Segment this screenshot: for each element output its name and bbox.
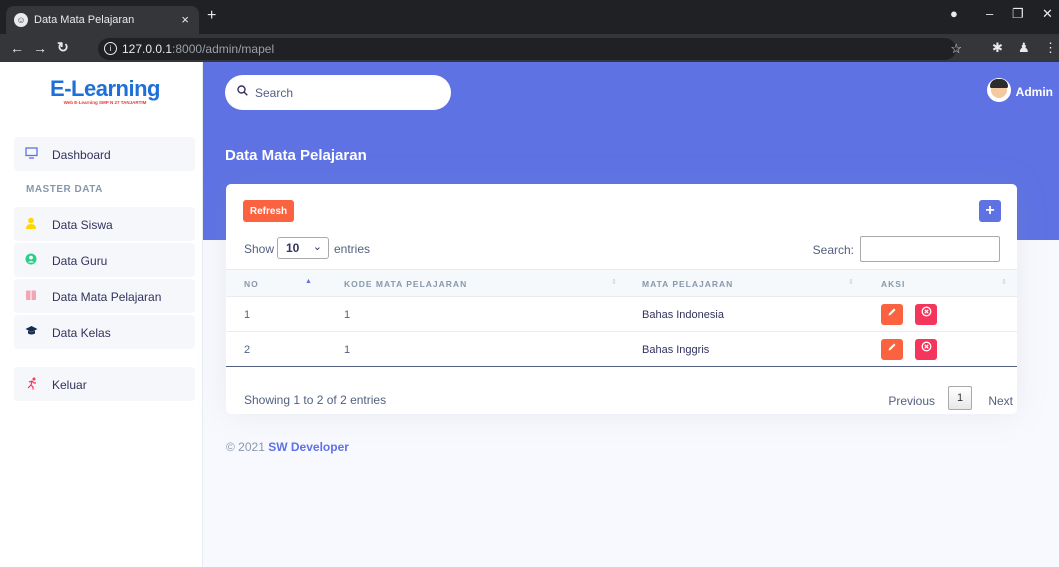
table-search-input[interactable] [860, 236, 1000, 262]
browser-toolbar: ← → ↻ i 127.0.0.1:8000/admin/mapel ☆ ✱ ♟… [0, 34, 1059, 62]
pencil-icon [888, 343, 896, 351]
pencil-icon [888, 308, 896, 316]
column-header-no[interactable]: NO [244, 279, 259, 289]
sidebar-item-label: Data Kelas [52, 326, 111, 340]
add-mapel-button[interactable]: + [979, 200, 1001, 222]
page-title: Data Mata Pelajaran [225, 147, 367, 164]
global-search-input[interactable]: Search [225, 75, 451, 110]
section-label-master-data: MASTER DATA [26, 184, 103, 195]
address-bar[interactable]: i 127.0.0.1:8000/admin/mapel ☆ [98, 38, 962, 60]
page-length-value: 10 [286, 241, 300, 255]
url-host: 127.0.0.1 [122, 42, 173, 56]
table-header: NO ▲ KODE MATA PELAJARAN ⇕ MATA PELAJARA… [226, 269, 1017, 297]
logo-title: E-Learning [50, 76, 160, 101]
monitor-icon [24, 147, 38, 161]
sidebar-item-data-siswa[interactable]: Data Siswa [14, 207, 195, 241]
user-circle-icon [24, 253, 38, 267]
show-label: Show [244, 242, 275, 256]
times-circle-icon [921, 341, 931, 352]
footer: © 2021 SW Developer [226, 440, 349, 454]
sort-both-icon: ⇕ [848, 279, 854, 286]
restore-icon[interactable]: ❐ [1012, 6, 1024, 22]
sidebar-item-dashboard[interactable]: Dashboard [14, 137, 195, 171]
browser-tabstrip: ☺ Data Mata Pelajaran × + ● – ❐ ✕ [0, 0, 1059, 34]
minimize-icon[interactable]: – [986, 6, 993, 21]
sidebar-item-label: Keluar [52, 378, 87, 392]
forward-icon[interactable]: → [33, 40, 47, 56]
running-person-icon [24, 377, 38, 391]
app-logo[interactable]: E-Learning Web E-Learning SMP N 27 TANJA… [40, 78, 170, 106]
edit-button[interactable] [881, 304, 903, 325]
tab-title: Data Mata Pelajaran [34, 14, 135, 26]
username: Admin [1015, 85, 1053, 99]
cell-kode: 1 [344, 309, 351, 321]
profile-icon[interactable]: ● [950, 6, 958, 21]
cell-kode: 1 [344, 344, 351, 356]
url-text: 127.0.0.1:8000/admin/mapel [122, 42, 274, 56]
sidebar-item-label: Data Mata Pelajaran [52, 290, 162, 304]
graduation-cap-icon [24, 325, 38, 339]
avatar-hair [990, 79, 1008, 88]
sidebar: E-Learning Web E-Learning SMP N 27 TANJA… [0, 62, 203, 567]
column-header-aksi[interactable]: AKSI [881, 279, 905, 289]
table-row: 2 1 Bahas Inggris [226, 332, 1017, 367]
bookmark-star-icon[interactable]: ☆ [950, 41, 962, 57]
data-card: Refresh + Show 10 ⌄ entries Search: NO ▲… [226, 184, 1017, 414]
sort-both-icon: ⇕ [611, 279, 617, 286]
extension-person-icon[interactable]: ♟ [1018, 40, 1030, 56]
window-close-icon[interactable]: ✕ [1042, 6, 1053, 22]
refresh-button[interactable]: Refresh [243, 200, 294, 222]
sort-asc-icon: ▲ [305, 278, 312, 285]
url-path: :8000/admin/mapel [172, 42, 275, 56]
new-tab-icon[interactable]: + [207, 7, 216, 25]
cell-no: 1 [244, 309, 251, 321]
cell-mapel: Bahas Inggris [642, 344, 710, 356]
column-header-mapel[interactable]: MATA PELAJARAN [642, 279, 733, 289]
table-row: 1 1 Bahas Indonesia [226, 297, 1017, 332]
person-icon [24, 217, 38, 231]
sidebar-item-label: Data Guru [52, 254, 108, 268]
copyright-text: © 2021 [226, 440, 265, 454]
page-length-select[interactable]: 10 ⌄ [277, 237, 329, 259]
sidebar-item-label: Dashboard [52, 148, 111, 162]
times-circle-icon [921, 306, 931, 317]
cell-mapel: Bahas Indonesia [642, 309, 724, 321]
delete-button[interactable] [915, 339, 937, 360]
previous-page-button[interactable]: Previous [888, 394, 935, 408]
delete-button[interactable] [915, 304, 937, 325]
browser-tab[interactable]: ☺ Data Mata Pelajaran × [6, 6, 199, 34]
book-icon [24, 289, 38, 303]
table-info: Showing 1 to 2 of 2 entries [244, 393, 387, 407]
sidebar-item-keluar[interactable]: Keluar [14, 367, 195, 401]
sidebar-item-data-guru[interactable]: Data Guru [14, 243, 195, 277]
extensions-icon[interactable]: ✱ [992, 40, 1003, 56]
footer-brand-link[interactable]: SW Developer [268, 440, 349, 454]
table-search-label: Search: [812, 243, 854, 257]
sidebar-item-data-mata-pelajaran[interactable]: Data Mata Pelajaran [14, 279, 195, 313]
reload-icon[interactable]: ↻ [57, 39, 69, 56]
search-placeholder: Search [255, 86, 294, 100]
next-page-button[interactable]: Next [988, 394, 1013, 408]
sidebar-item-label: Data Siswa [52, 218, 113, 232]
back-icon[interactable]: ← [10, 40, 24, 56]
chevron-down-icon: ⌄ [312, 241, 322, 253]
sidebar-item-data-kelas[interactable]: Data Kelas [14, 315, 195, 349]
entries-label: entries [334, 242, 371, 256]
cell-no: 2 [244, 344, 251, 356]
browser-menu-icon[interactable]: ⋮ [1044, 40, 1057, 56]
site-favicon-icon: ☺ [14, 13, 28, 27]
sort-both-icon: ⇕ [1001, 279, 1007, 286]
page-1-button[interactable]: 1 [948, 386, 972, 410]
avatar [987, 78, 1011, 102]
search-icon [237, 85, 248, 99]
site-info-icon[interactable]: i [104, 42, 117, 55]
edit-button[interactable] [881, 339, 903, 360]
column-header-kode[interactable]: KODE MATA PELAJARAN [344, 279, 467, 289]
tab-close-icon[interactable]: × [181, 12, 189, 27]
